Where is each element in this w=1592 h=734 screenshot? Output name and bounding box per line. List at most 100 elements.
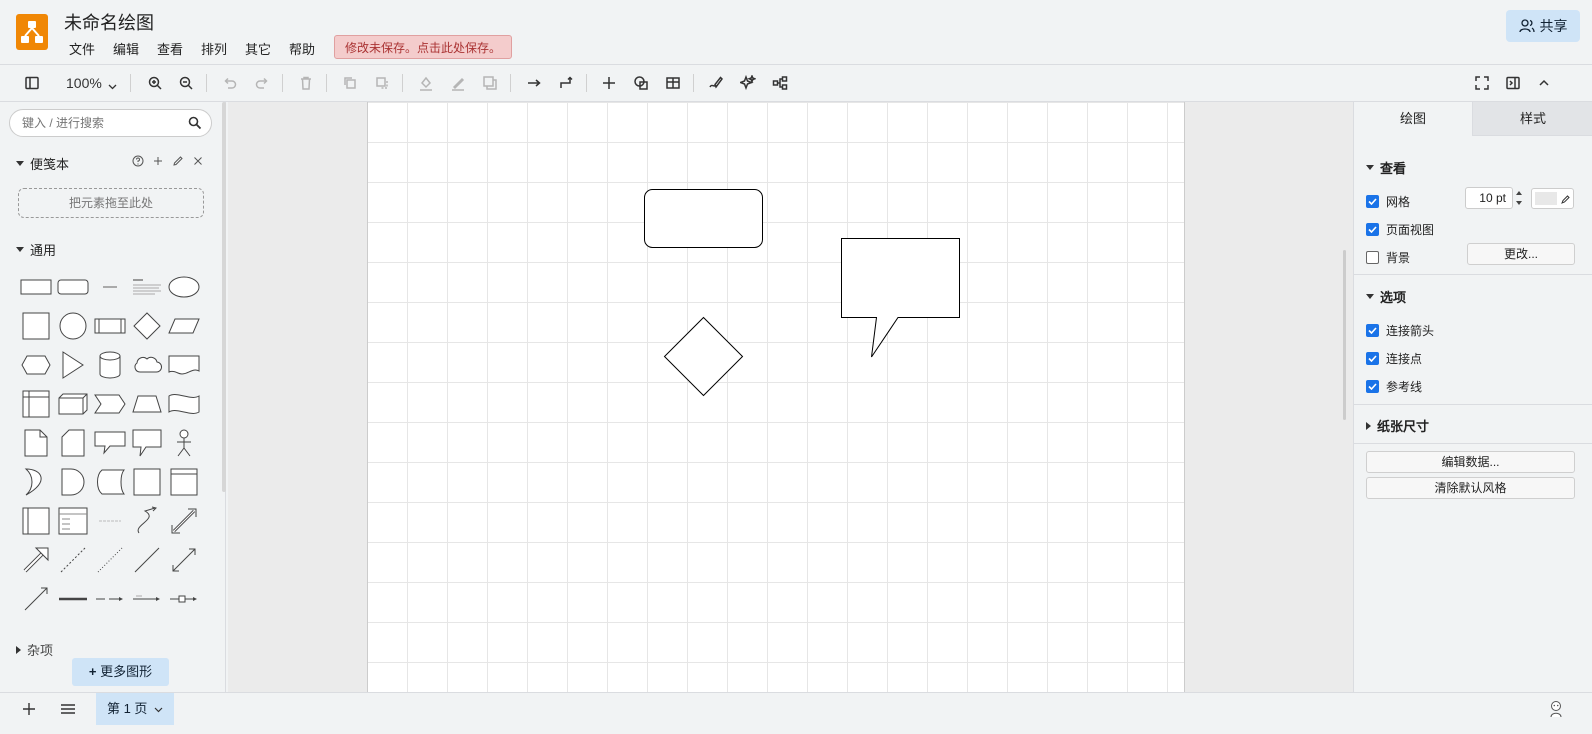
- view-section-header[interactable]: 查看: [1366, 158, 1406, 177]
- page-tab[interactable]: 第 1 页: [96, 693, 174, 725]
- cube-shape[interactable]: [55, 386, 91, 422]
- triangle-shape[interactable]: [55, 347, 91, 383]
- square-shape[interactable]: [18, 308, 54, 344]
- dashed-line-shape[interactable]: [55, 542, 91, 578]
- collapse-panel-icon[interactable]: [1501, 71, 1525, 95]
- search-icon[interactable]: [188, 116, 202, 133]
- fullscreen-icon[interactable]: [1470, 71, 1494, 95]
- grid-color-button[interactable]: [1531, 188, 1574, 209]
- or-shape[interactable]: [18, 464, 54, 500]
- tape-shape[interactable]: [166, 386, 202, 422]
- tab-diagram[interactable]: 绘图: [1354, 102, 1472, 136]
- connector-with-symbol-shape[interactable]: [166, 581, 202, 617]
- edit-data-button[interactable]: 编辑数据...: [1366, 451, 1575, 473]
- container-shape[interactable]: [129, 464, 165, 500]
- bidirectional-connector-shape[interactable]: [166, 542, 202, 578]
- card-shape[interactable]: [55, 425, 91, 461]
- undo-icon[interactable]: [218, 71, 242, 95]
- dotted-line-shape[interactable]: [92, 542, 128, 578]
- table-icon[interactable]: [661, 71, 685, 95]
- directional-connector-shape[interactable]: [18, 581, 54, 617]
- vertical-container-shape[interactable]: [18, 503, 54, 539]
- note-shape[interactable]: [18, 425, 54, 461]
- close-icon[interactable]: [192, 155, 204, 167]
- menu-file[interactable]: 文件: [69, 39, 95, 58]
- menu-help[interactable]: 帮助: [289, 39, 315, 58]
- text-shape[interactable]: [92, 269, 128, 305]
- rounded-rectangle-shape[interactable]: [55, 269, 91, 305]
- shadow-icon[interactable]: [478, 71, 502, 95]
- bidirectional-arrow-shape[interactable]: [166, 503, 202, 539]
- diamond-shape[interactable]: [129, 308, 165, 344]
- general-section-header[interactable]: 通用: [16, 240, 56, 259]
- delete-icon[interactable]: [294, 71, 318, 95]
- arrow-shape[interactable]: [18, 542, 54, 578]
- more-shapes-button[interactable]: + 更多图形: [72, 658, 169, 686]
- collapse-up-icon[interactable]: [1532, 71, 1556, 95]
- magic-icon[interactable]: [736, 71, 760, 95]
- share-button[interactable]: 共享: [1506, 10, 1580, 42]
- pages-menu-icon[interactable]: [60, 702, 76, 719]
- process-shape[interactable]: [92, 308, 128, 344]
- titled-container-shape[interactable]: [166, 464, 202, 500]
- format-panel-icon[interactable]: [20, 71, 44, 95]
- grid-option[interactable]: 网格: [1366, 193, 1410, 210]
- connector-with-label-shape[interactable]: [129, 581, 165, 617]
- add-page-icon[interactable]: [22, 702, 36, 719]
- delay-shape[interactable]: [55, 464, 91, 500]
- tab-style[interactable]: 样式: [1472, 102, 1592, 136]
- zoom-chevron-icon[interactable]: [108, 78, 117, 93]
- connection-icon[interactable]: [522, 71, 546, 95]
- menu-extras[interactable]: 其它: [245, 39, 271, 58]
- circle-shape[interactable]: [55, 308, 91, 344]
- canvas-vertical-scrollbar[interactable]: [1343, 250, 1346, 420]
- to-back-icon[interactable]: [370, 71, 394, 95]
- rounded-rectangle-element[interactable]: [644, 189, 763, 248]
- document-shape[interactable]: [166, 347, 202, 383]
- grid-size-stepper[interactable]: [1514, 188, 1524, 211]
- redo-icon[interactable]: [250, 71, 274, 95]
- rectangle-shape[interactable]: [18, 269, 54, 305]
- trapezoid-shape[interactable]: [129, 386, 165, 422]
- page-view-checkbox[interactable]: [1366, 223, 1379, 236]
- left-panel-scrollbar[interactable]: [222, 102, 226, 492]
- zoom-out-icon[interactable]: [174, 71, 198, 95]
- curve-shape[interactable]: [129, 503, 165, 539]
- textbox-shape[interactable]: [129, 269, 165, 305]
- clear-default-style-button[interactable]: 清除默认风格: [1366, 477, 1575, 499]
- scratchpad-header[interactable]: 便笺本: [16, 154, 69, 173]
- connection-points-option[interactable]: 连接点: [1366, 350, 1422, 367]
- list-item-shape[interactable]: [92, 503, 128, 539]
- waypoint-icon[interactable]: [554, 71, 578, 95]
- background-option[interactable]: 背景: [1366, 249, 1410, 266]
- labeled-connector-shape[interactable]: [92, 581, 128, 617]
- connection-arrows-option[interactable]: 连接箭头: [1366, 322, 1434, 339]
- diamond-element[interactable]: [663, 316, 744, 397]
- edit-icon[interactable]: [172, 155, 184, 167]
- hexagon-shape[interactable]: [18, 347, 54, 383]
- actor-shape[interactable]: [166, 425, 202, 461]
- step-shape[interactable]: [92, 386, 128, 422]
- connection-points-checkbox[interactable]: [1366, 352, 1379, 365]
- speech-bubble-element[interactable]: [841, 238, 960, 358]
- scratchpad-dropzone[interactable]: 把元素拖至此处: [18, 188, 204, 218]
- feedback-icon[interactable]: [1548, 700, 1564, 721]
- diagram-page[interactable]: [367, 102, 1185, 692]
- menu-view[interactable]: 查看: [157, 39, 183, 58]
- canvas-area[interactable]: [228, 102, 1353, 692]
- list-shape[interactable]: [55, 503, 91, 539]
- speech-bubble-shape[interactable]: [129, 425, 165, 461]
- chevron-down-icon[interactable]: [154, 707, 163, 713]
- page-view-option[interactable]: 页面视图: [1366, 221, 1434, 238]
- menu-arrange[interactable]: 排列: [201, 39, 227, 58]
- misc-section-header[interactable]: 杂项: [16, 640, 53, 659]
- cloud-shape[interactable]: [129, 347, 165, 383]
- callout-shape[interactable]: [92, 425, 128, 461]
- grid-checkbox[interactable]: [1366, 195, 1379, 208]
- guides-checkbox[interactable]: [1366, 380, 1379, 393]
- line-shape[interactable]: [129, 542, 165, 578]
- guides-option[interactable]: 参考线: [1366, 378, 1422, 395]
- document-title[interactable]: 未命名绘图: [64, 9, 154, 35]
- paper-size-section-header[interactable]: 纸张尺寸: [1366, 416, 1429, 435]
- stored-data-shape[interactable]: [92, 464, 128, 500]
